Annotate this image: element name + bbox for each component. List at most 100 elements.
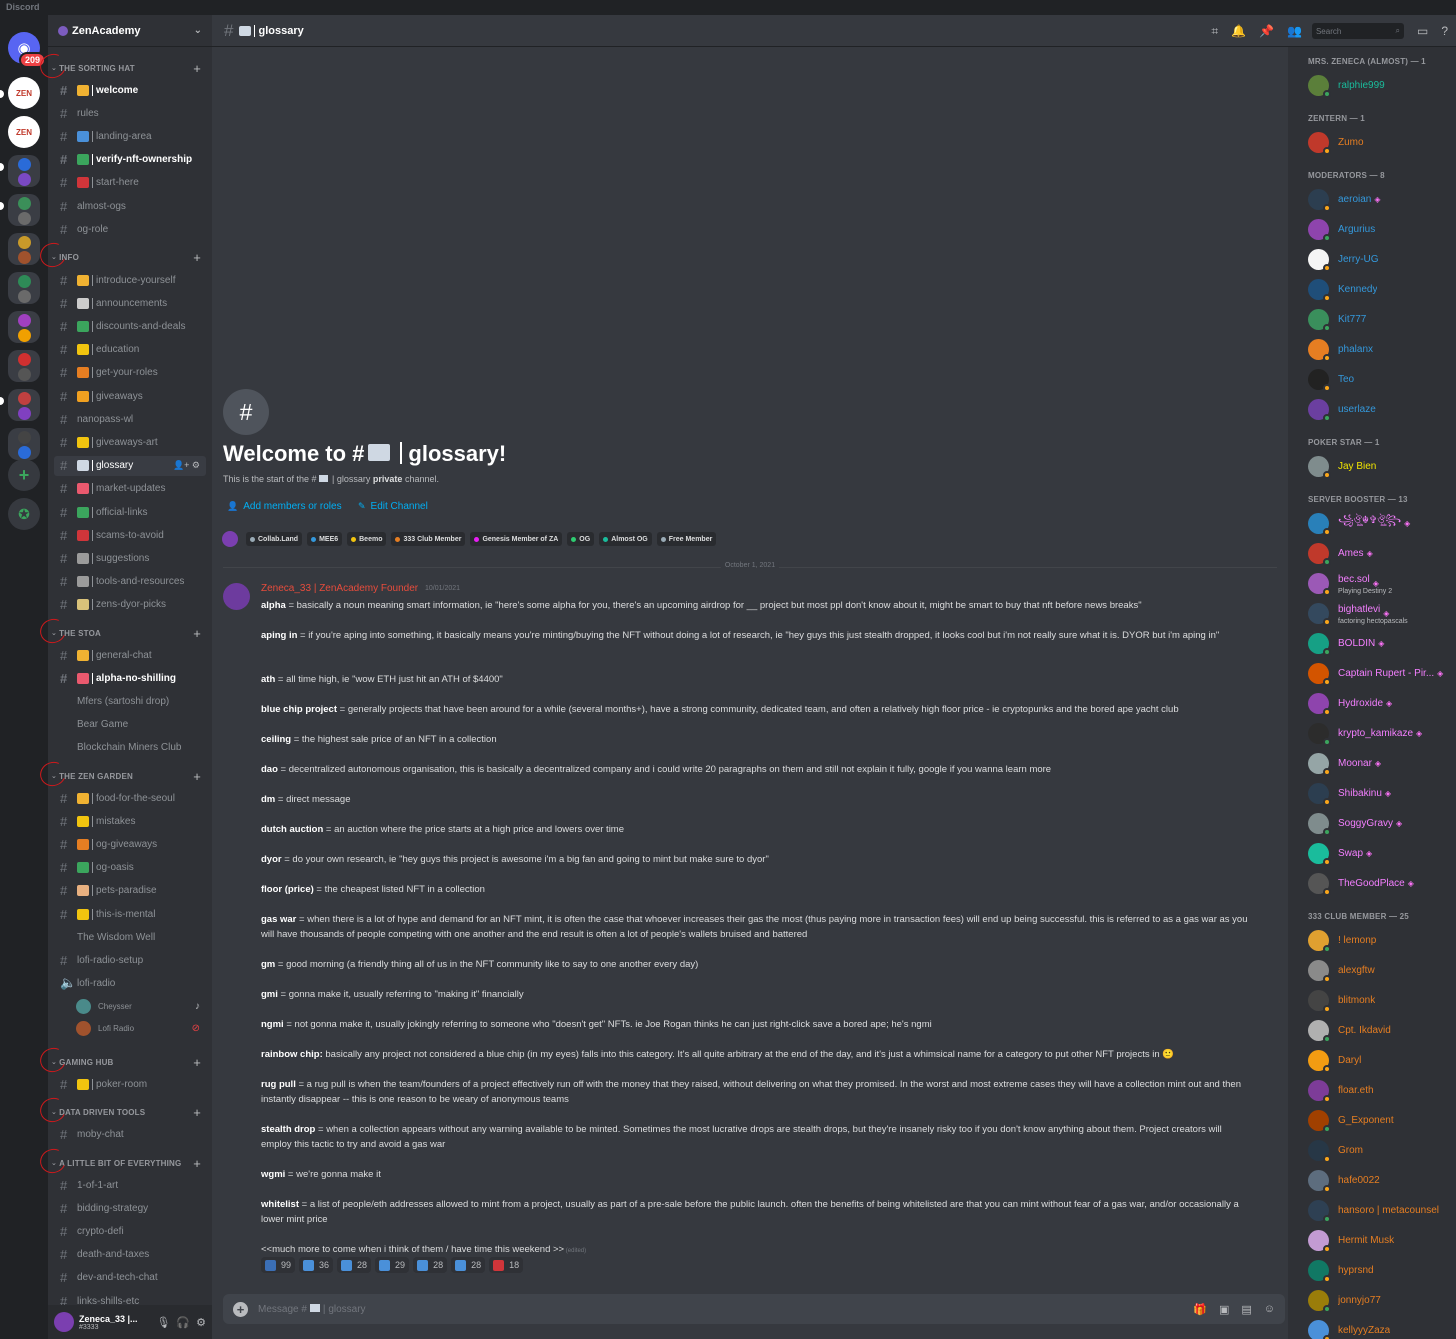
member-row[interactable]: Swap ◈ [1308, 839, 1456, 867]
category-header[interactable]: ⌄ DATA DRIVEN TOOLS + [36, 1094, 212, 1126]
add-channel-icon[interactable]: + [193, 1055, 201, 1070]
inbox-icon[interactable]: ▭ [1417, 24, 1428, 38]
channel-Blockchain Miners Club[interactable]: Blockchain Miners Club [54, 737, 206, 757]
member-row[interactable]: Moonar ◈ [1308, 749, 1456, 777]
add-channel-icon[interactable]: + [193, 1156, 201, 1171]
message-composer[interactable]: + Message # | glossary 🎁 ▣ ▤ ☺ [223, 1294, 1285, 1324]
channel-welcome[interactable]: # welcome [54, 80, 206, 100]
channel-lofi-radio-setup[interactable]: # lofi-radio-setup [54, 950, 206, 970]
channel-mistakes[interactable]: # mistakes [54, 811, 206, 831]
channel-landing-area[interactable]: # landing-area [54, 126, 206, 146]
category-header[interactable]: ⌄ INFO + [36, 239, 212, 271]
channel-glossary[interactable]: # glossary 👤+ ⚙ [54, 455, 206, 476]
mute-mic-icon[interactable]: 🎙 [156, 1316, 170, 1329]
channel-start-here[interactable]: # start-here [54, 173, 206, 193]
member-row[interactable]: SoggyGravy ◈ [1308, 809, 1456, 837]
channel-Bear Game[interactable]: Bear Game [54, 714, 206, 734]
reaction-button[interactable]: 99 [261, 1257, 296, 1273]
member-row[interactable]: Kennedy [1308, 275, 1456, 303]
gift-icon[interactable]: 🎁 [1193, 1303, 1207, 1316]
member-row[interactable]: hyprsnd [1308, 1256, 1456, 1284]
member-row[interactable]: bighatlevi ◈ factoring hectopascals [1308, 599, 1456, 627]
member-row[interactable]: bec.sol ◈ Playing Destiny 2 [1308, 569, 1456, 597]
channel-death-and-taxes[interactable]: # death-and-taxes [54, 1245, 206, 1265]
member-row[interactable]: Kit777 [1308, 305, 1456, 333]
server-folder[interactable] [8, 389, 40, 421]
search-input[interactable]: Search ⌕ [1311, 23, 1404, 39]
bell-icon[interactable]: 🔔 [1231, 24, 1246, 38]
add-channel-icon[interactable]: + [193, 1105, 201, 1120]
edit-channel-button[interactable]: ✎ Edit Channel [358, 501, 428, 512]
member-row[interactable]: blitmonk [1308, 986, 1456, 1014]
member-row[interactable]: G_Exponent [1308, 1106, 1456, 1134]
avatar[interactable] [223, 583, 250, 610]
member-row[interactable]: floar.eth [1308, 1076, 1456, 1104]
channel-suggestions[interactable]: # suggestions [54, 548, 206, 568]
upload-plus-icon[interactable]: + [233, 1301, 248, 1317]
explore-servers-button[interactable]: ✪ [8, 498, 40, 530]
member-row[interactable]: Jay Bien [1308, 452, 1456, 480]
channel-giveaways-art[interactable]: # giveaways-art [54, 432, 206, 452]
channel-crypto-defi[interactable]: # crypto-defi [54, 1221, 206, 1241]
gif-icon[interactable]: ▣ [1219, 1303, 1229, 1316]
channel-settings-icon[interactable]: 👤+ ⚙ [173, 460, 200, 471]
member-row[interactable]: Ames ◈ [1308, 539, 1456, 567]
channel-almost-ogs[interactable]: # almost-ogs [54, 196, 206, 216]
add-server-button[interactable]: + [8, 459, 40, 491]
channel-bidding-strategy[interactable]: # bidding-strategy [54, 1198, 206, 1218]
channel-giveaways[interactable]: # giveaways [54, 386, 206, 406]
server-folder[interactable] [8, 311, 40, 343]
add-channel-icon[interactable]: + [193, 61, 201, 76]
category-header[interactable]: ⌄ A LITTLE BIT OF EVERYTHING + [36, 1145, 212, 1177]
reaction-button[interactable]: 18 [489, 1257, 524, 1273]
channel-scams-to-avoid[interactable]: # scams-to-avoid [54, 525, 206, 545]
channel-verify-nft-ownership[interactable]: # verify-nft-ownership [54, 150, 206, 170]
channel-og-giveaways[interactable]: # og-giveaways [54, 834, 206, 854]
sticker-icon[interactable]: ▤ [1241, 1303, 1251, 1316]
server-folder[interactable] [8, 428, 40, 460]
channel-og-oasis[interactable]: # og-oasis [54, 858, 206, 878]
channel-Mfers (sartoshi drop)[interactable]: Mfers (sartoshi drop) [54, 691, 206, 711]
member-row[interactable]: BOLDIN ◈ [1308, 629, 1456, 657]
server-folder[interactable] [8, 272, 40, 304]
emoji-icon[interactable]: ☺ [1264, 1303, 1275, 1316]
category-header[interactable]: ⌄ THE ZEN GARDEN + [36, 758, 212, 790]
add-channel-icon[interactable]: + [193, 769, 201, 784]
category-header[interactable]: ⌄ THE STOA + [36, 615, 212, 647]
member-row[interactable]: hafe0022 [1308, 1166, 1456, 1194]
channel-alpha-no-shilling[interactable]: # alpha-no-shilling [54, 668, 206, 688]
reaction-button[interactable]: 28 [451, 1257, 486, 1273]
channel-food-for-the-seoul[interactable]: # food-for-the-seoul [54, 788, 206, 808]
channel-general-chat[interactable]: # general-chat [54, 645, 206, 665]
member-row[interactable]: Captain Rupert - Pir... ◈ [1308, 659, 1456, 687]
member-row[interactable]: aeroian ◈ [1308, 185, 1456, 213]
avatar[interactable] [54, 1312, 74, 1332]
channel-get-your-roles[interactable]: # get-your-roles [54, 363, 206, 383]
message-author[interactable]: Zeneca_33 | ZenAcademy Founder [261, 583, 418, 594]
category-header[interactable]: ⌄ GAMING HUB + [36, 1044, 212, 1076]
channel-The Wisdom Well[interactable]: The Wisdom Well [54, 927, 206, 947]
member-row[interactable]: Teo [1308, 365, 1456, 393]
add-channel-icon[interactable]: + [193, 250, 201, 265]
add-members-button[interactable]: 👤 Add members or roles [227, 501, 342, 512]
member-row[interactable]: alexgftw [1308, 956, 1456, 984]
member-row[interactable]: Cpt. Ikdavid [1308, 1016, 1456, 1044]
channel-lofi-radio[interactable]: 🔈 lofi-radio [54, 973, 206, 993]
member-row[interactable]: userlaze [1308, 395, 1456, 423]
voice-user[interactable]: Lofi Radio ⊘ [76, 1018, 206, 1038]
member-row[interactable]: Hermit Musk [1308, 1226, 1456, 1254]
member-row[interactable]: Zumo [1308, 128, 1456, 156]
reaction-button[interactable]: 28 [413, 1257, 448, 1273]
threads-icon[interactable]: ⌗ [1211, 24, 1218, 39]
member-row[interactable]: Hydroxide ◈ [1308, 689, 1456, 717]
member-row[interactable]: ralphie999 [1308, 71, 1456, 99]
member-row[interactable]: Jerry-UG [1308, 245, 1456, 273]
channel-1-of-1-art[interactable]: #1-of-1-art [54, 1175, 206, 1195]
add-channel-icon[interactable]: + [193, 626, 201, 641]
channel-discounts-and-deals[interactable]: # discounts-and-deals [54, 316, 206, 336]
guild-header[interactable]: ZenAcademy ⌄ [48, 15, 212, 47]
channel-poker-room[interactable]: # poker-room [54, 1074, 206, 1094]
gear-icon[interactable]: ⚙ [196, 1316, 206, 1329]
member-row[interactable]: ꧁ঔৣ☬✞ঔৣ꧂ ◈ [1308, 509, 1456, 537]
channel-rules[interactable]: # rules [54, 103, 206, 123]
